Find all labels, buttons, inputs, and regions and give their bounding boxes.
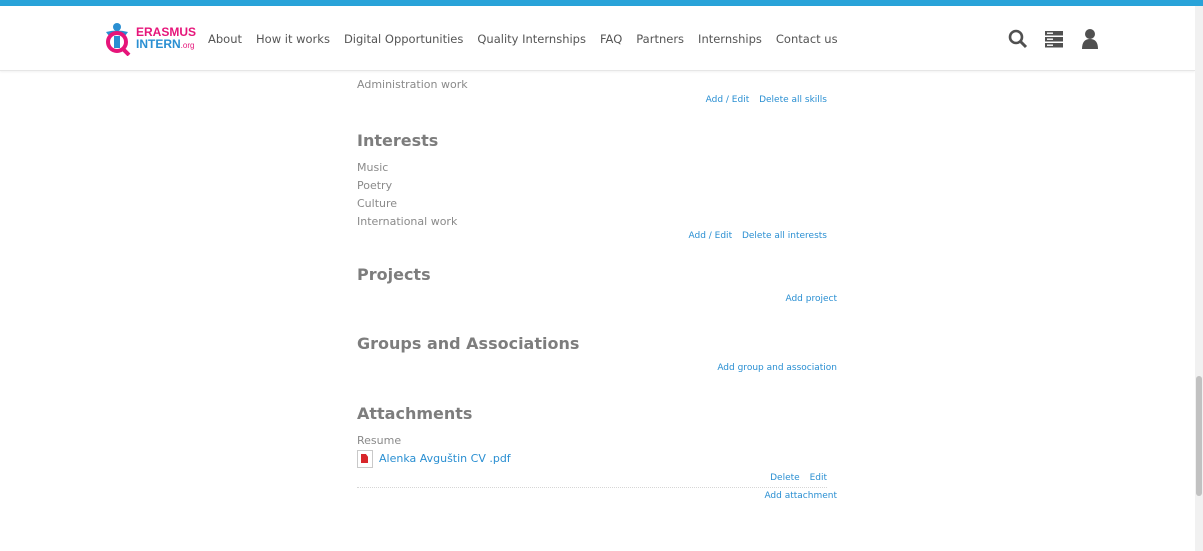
header-icons (1008, 28, 1100, 50)
interest-item: Music (357, 161, 389, 174)
skills-delete-all-link[interactable]: Delete all skills (759, 95, 827, 105)
site-header: ERASMUS INTERN.org About How it works Di… (0, 6, 1195, 71)
attachments-add-actions: Add attachment (757, 491, 837, 501)
skills-add-edit-link[interactable]: Add / Edit (706, 95, 750, 105)
attachments-heading: Attachments (357, 404, 473, 423)
interests-list: Music Poetry Culture International work (357, 159, 457, 231)
interest-item: International work (357, 215, 458, 228)
page-scrollbar[interactable] (1195, 6, 1203, 551)
attachment-edit-link[interactable]: Edit (810, 473, 827, 483)
logo-mark-icon (106, 23, 131, 56)
interests-heading: Interests (357, 131, 439, 150)
pdf-file-icon (357, 450, 373, 468)
groups-actions: Add group and association (710, 363, 837, 373)
attachment-file[interactable]: Alenka Avguštin CV .pdf (357, 450, 511, 468)
nav-digital-opportunities[interactable]: Digital Opportunities (344, 32, 463, 46)
interests-delete-all-link[interactable]: Delete all interests (742, 231, 827, 241)
attachment-delete-link[interactable]: Delete (770, 473, 800, 483)
nav-quality-internships[interactable]: Quality Internships (477, 32, 586, 46)
nav-contact-us[interactable]: Contact us (776, 32, 838, 46)
scrollbar-thumb[interactable] (1196, 376, 1202, 496)
nav-faq[interactable]: FAQ (600, 32, 622, 46)
skills-actions: Add / Edit Delete all skills (699, 95, 827, 105)
search-icon[interactable] (1008, 28, 1028, 50)
interests-actions: Add / Edit Delete all interests (681, 231, 827, 241)
projects-heading: Projects (357, 265, 431, 284)
interests-add-edit-link[interactable]: Add / Edit (688, 231, 732, 241)
interest-item: Poetry (357, 179, 393, 192)
skill-item: Administration work (357, 78, 468, 91)
add-group-link[interactable]: Add group and association (717, 363, 837, 373)
add-attachment-link[interactable]: Add attachment (764, 491, 837, 501)
nav-how-it-works[interactable]: How it works (256, 32, 330, 46)
nav-internships[interactable]: Internships (698, 32, 762, 46)
nav-partners[interactable]: Partners (636, 32, 684, 46)
user-icon[interactable] (1080, 28, 1100, 50)
projects-actions: Add project (778, 294, 837, 304)
nav-about[interactable]: About (208, 32, 242, 46)
menu-icon[interactable] (1044, 28, 1064, 50)
attachment-file-actions: Delete Edit (763, 473, 827, 483)
groups-heading: Groups and Associations (357, 334, 580, 353)
logo-text: ERASMUS INTERN.org (136, 25, 197, 51)
add-project-link[interactable]: Add project (785, 294, 837, 304)
main-nav: About How it works Digital Opportunities… (208, 32, 852, 46)
attachment-divider (357, 487, 827, 488)
interest-item: Culture (357, 197, 398, 210)
attachment-file-link[interactable]: Alenka Avguštin CV .pdf (379, 452, 511, 465)
site-logo[interactable]: ERASMUS INTERN.org (103, 22, 197, 58)
attachment-label: Resume (357, 434, 402, 447)
